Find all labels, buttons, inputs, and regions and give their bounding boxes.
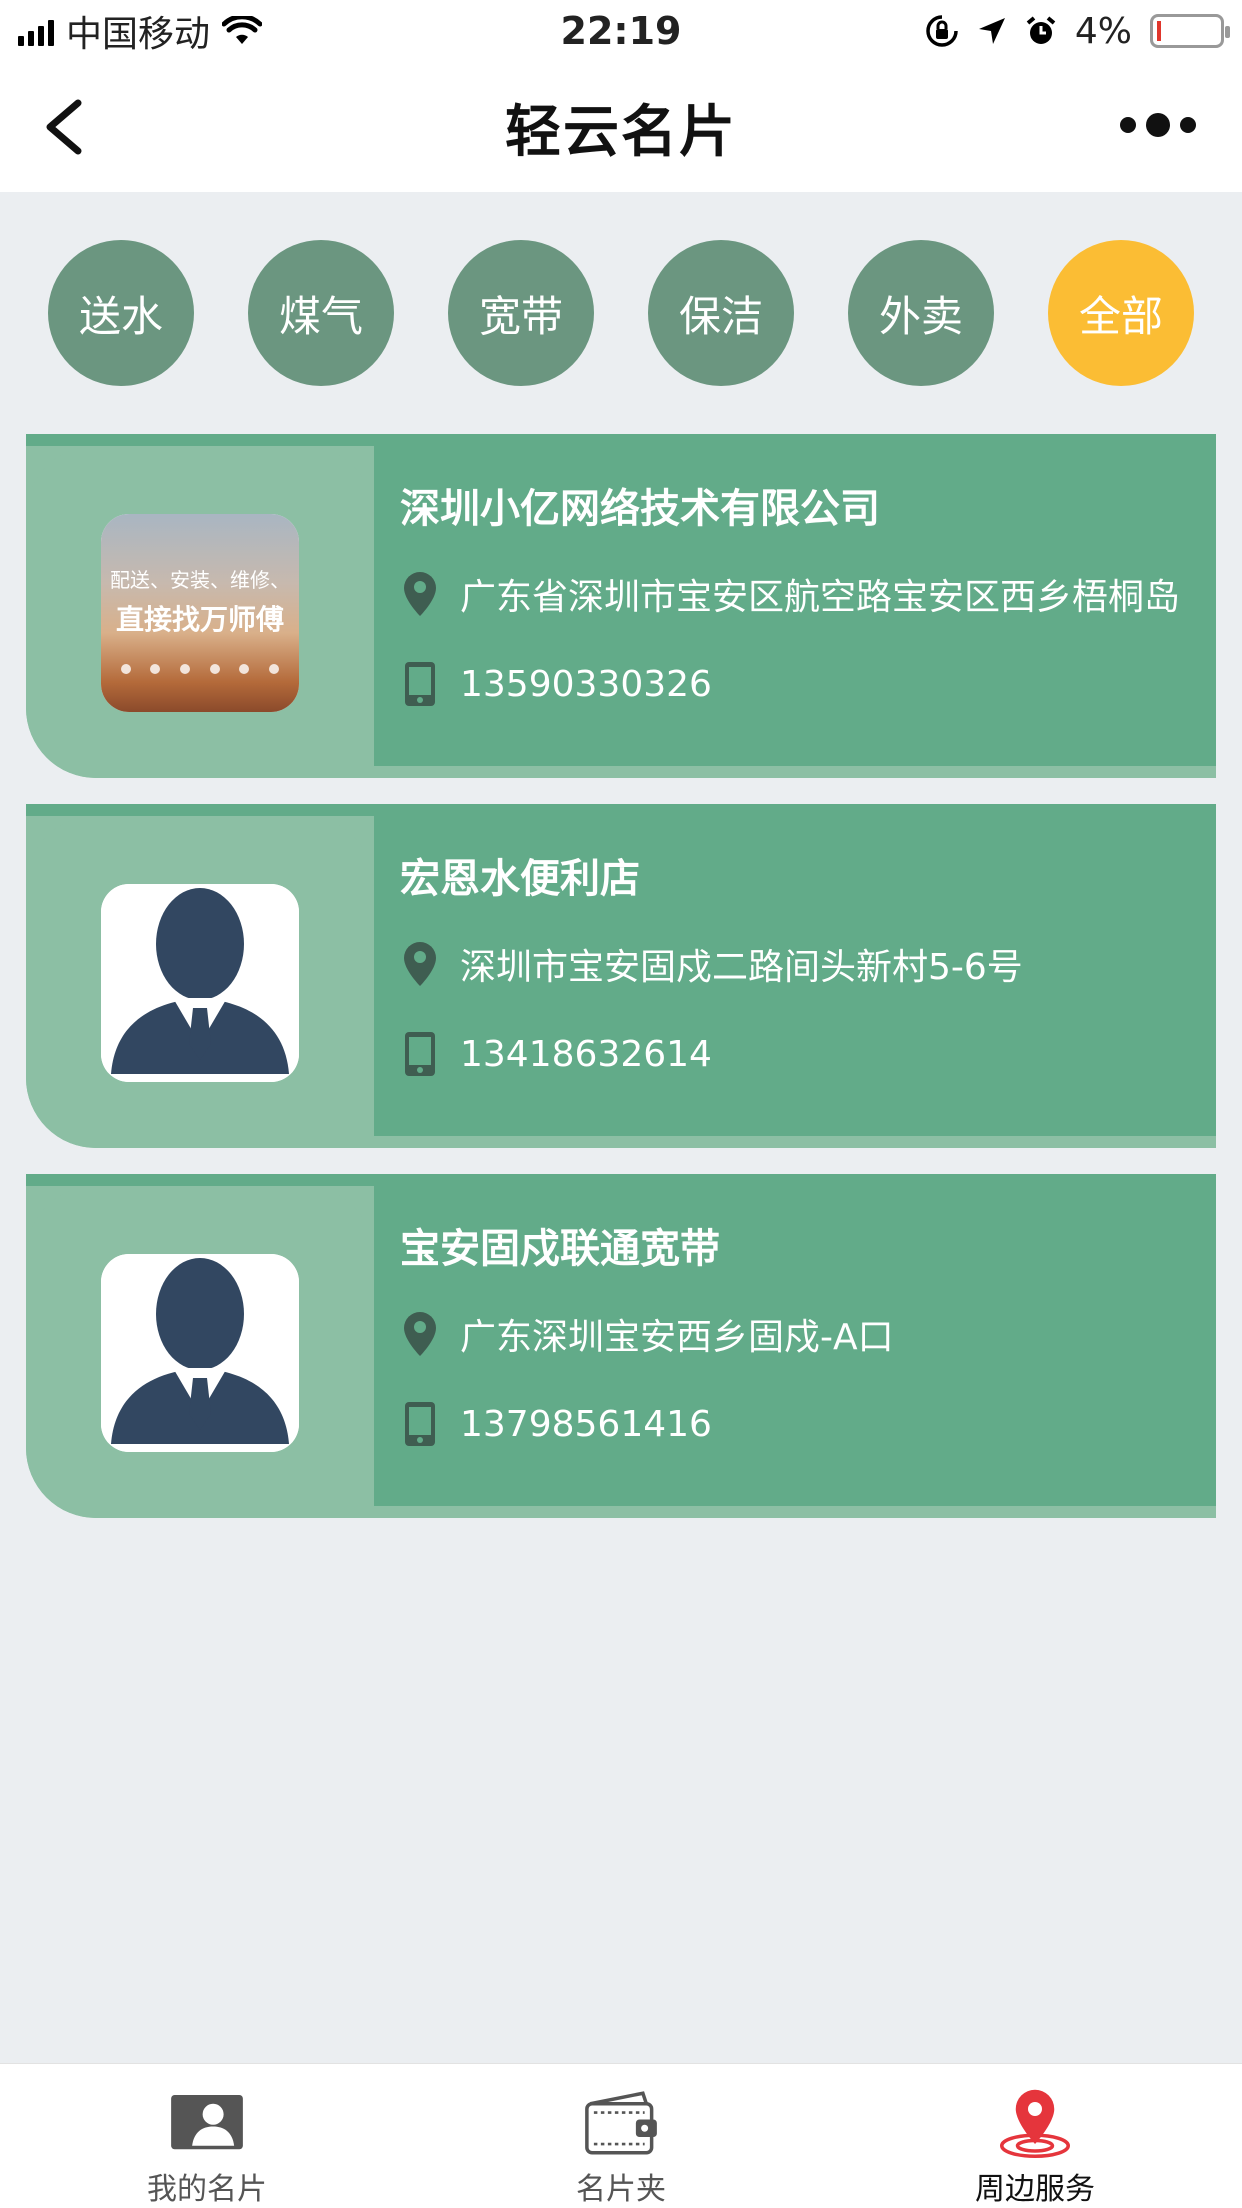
card-address-row: 深圳市宝安固戍二路间头新村5-6号	[400, 938, 1023, 990]
wifi-icon	[222, 16, 263, 44]
card-name: 宏恩水便利店	[400, 856, 640, 902]
category-chip-broadband[interactable]: 宽带	[448, 240, 594, 386]
mobile-phone-icon	[400, 1030, 440, 1078]
business-card[interactable]: 宏恩水便利店 深圳市宝安固戍二路间头新村5-6号 13418632614	[26, 804, 1216, 1148]
more-dot	[1146, 113, 1170, 137]
default-avatar	[101, 884, 299, 1082]
map-pin-icon	[400, 570, 440, 618]
map-pin-icon	[400, 1310, 440, 1358]
business-card[interactable]: 宝安固戍联通宽带 广东深圳宝安西乡固戍-A口 13798561416	[26, 1174, 1216, 1518]
location-arrow-icon	[978, 18, 1005, 44]
tab-label: 周边服务	[975, 2172, 1095, 2207]
tab-label: 我的名片	[147, 2172, 267, 2207]
tab-label: 名片夹	[576, 2172, 666, 2207]
mobile-phone-icon	[400, 660, 440, 708]
card-phone: 13798561416	[460, 1403, 712, 1445]
status-left: 中国移动	[18, 5, 263, 57]
battery-percent: 4%	[1074, 10, 1132, 52]
carrier-label: 中国移动	[66, 14, 211, 55]
category-chip-cleaning[interactable]: 保洁	[648, 240, 794, 386]
status-bar: 中国移动 22:19 4%	[0, 0, 1242, 62]
promo-text-line1: 配送、安装、维修、	[110, 568, 290, 592]
signal-icon	[18, 16, 54, 46]
default-avatar	[101, 1254, 299, 1452]
person-avatar-icon	[101, 1254, 299, 1452]
card-address: 深圳市宝安固戍二路间头新村5-6号	[460, 947, 1023, 988]
card-address: 广东省深圳市宝安区航空路宝安区西乡梧桐岛	[460, 577, 1181, 618]
card-address-row: 广东深圳宝安西乡固戍-A口	[400, 1308, 894, 1360]
business-card[interactable]: 配送、安装、维修、 直接找万师傅 深圳小亿网络技术有限公司 广东省深圳市宝安区航…	[26, 434, 1216, 778]
person-avatar-icon	[101, 884, 299, 1082]
card-address-row: 广东省深圳市宝安区航空路宝安区西乡梧桐岛	[400, 568, 1180, 620]
rotation-lock-icon	[926, 15, 958, 47]
category-chip-takeout[interactable]: 外卖	[848, 240, 994, 386]
mobile-phone-icon	[400, 1400, 440, 1448]
category-chip-water[interactable]: 送水	[48, 240, 194, 386]
promo-icons	[111, 664, 289, 678]
category-chip-gas[interactable]: 煤气	[248, 240, 394, 386]
category-chips: 送水 煤气 宽带 保洁 外卖 全部	[48, 240, 1194, 386]
tab-bar: 我的名片 名片夹 周边服务	[0, 2063, 1242, 2208]
card-address: 广东深圳宝安西乡固戍-A口	[460, 1317, 894, 1358]
battery-icon	[1150, 14, 1230, 48]
back-icon[interactable]	[38, 97, 98, 157]
card-phone-row[interactable]: 13798561416	[400, 1400, 712, 1448]
more-button[interactable]	[1120, 110, 1196, 140]
map-pin-icon	[400, 940, 440, 988]
nav-bar: 轻云名片	[0, 62, 1242, 192]
id-card-icon	[171, 2095, 243, 2150]
company-logo: 配送、安装、维修、 直接找万师傅	[101, 514, 299, 712]
location-pin-icon	[1000, 2089, 1070, 2158]
card-phone: 13418632614	[460, 1033, 712, 1075]
tab-my-card[interactable]: 我的名片	[0, 2064, 414, 2208]
alarm-icon	[1026, 16, 1056, 44]
wallet-icon	[585, 2091, 657, 2155]
card-name: 深圳小亿网络技术有限公司	[400, 486, 880, 532]
page: 中国移动 22:19 4% 轻云名片 送水 煤气 宽带 保洁 外卖 全部 配送、…	[0, 0, 1242, 2208]
card-phone-row[interactable]: 13418632614	[400, 1030, 712, 1078]
status-right: 4%	[925, 10, 1230, 52]
card-phone-row[interactable]: 13590330326	[400, 660, 712, 708]
more-dot	[1120, 117, 1136, 133]
promo-image: 配送、安装、维修、 直接找万师傅	[101, 514, 299, 712]
more-dot	[1180, 117, 1196, 133]
page-title: 轻云名片	[505, 99, 737, 165]
category-chip-all[interactable]: 全部	[1048, 240, 1194, 386]
card-name: 宝安固戍联通宽带	[400, 1226, 720, 1272]
card-phone: 13590330326	[460, 663, 712, 705]
promo-text-line2: 直接找万师傅	[115, 603, 284, 636]
tab-card-holder[interactable]: 名片夹	[414, 2064, 828, 2208]
tab-nearby-services[interactable]: 周边服务	[828, 2064, 1242, 2208]
